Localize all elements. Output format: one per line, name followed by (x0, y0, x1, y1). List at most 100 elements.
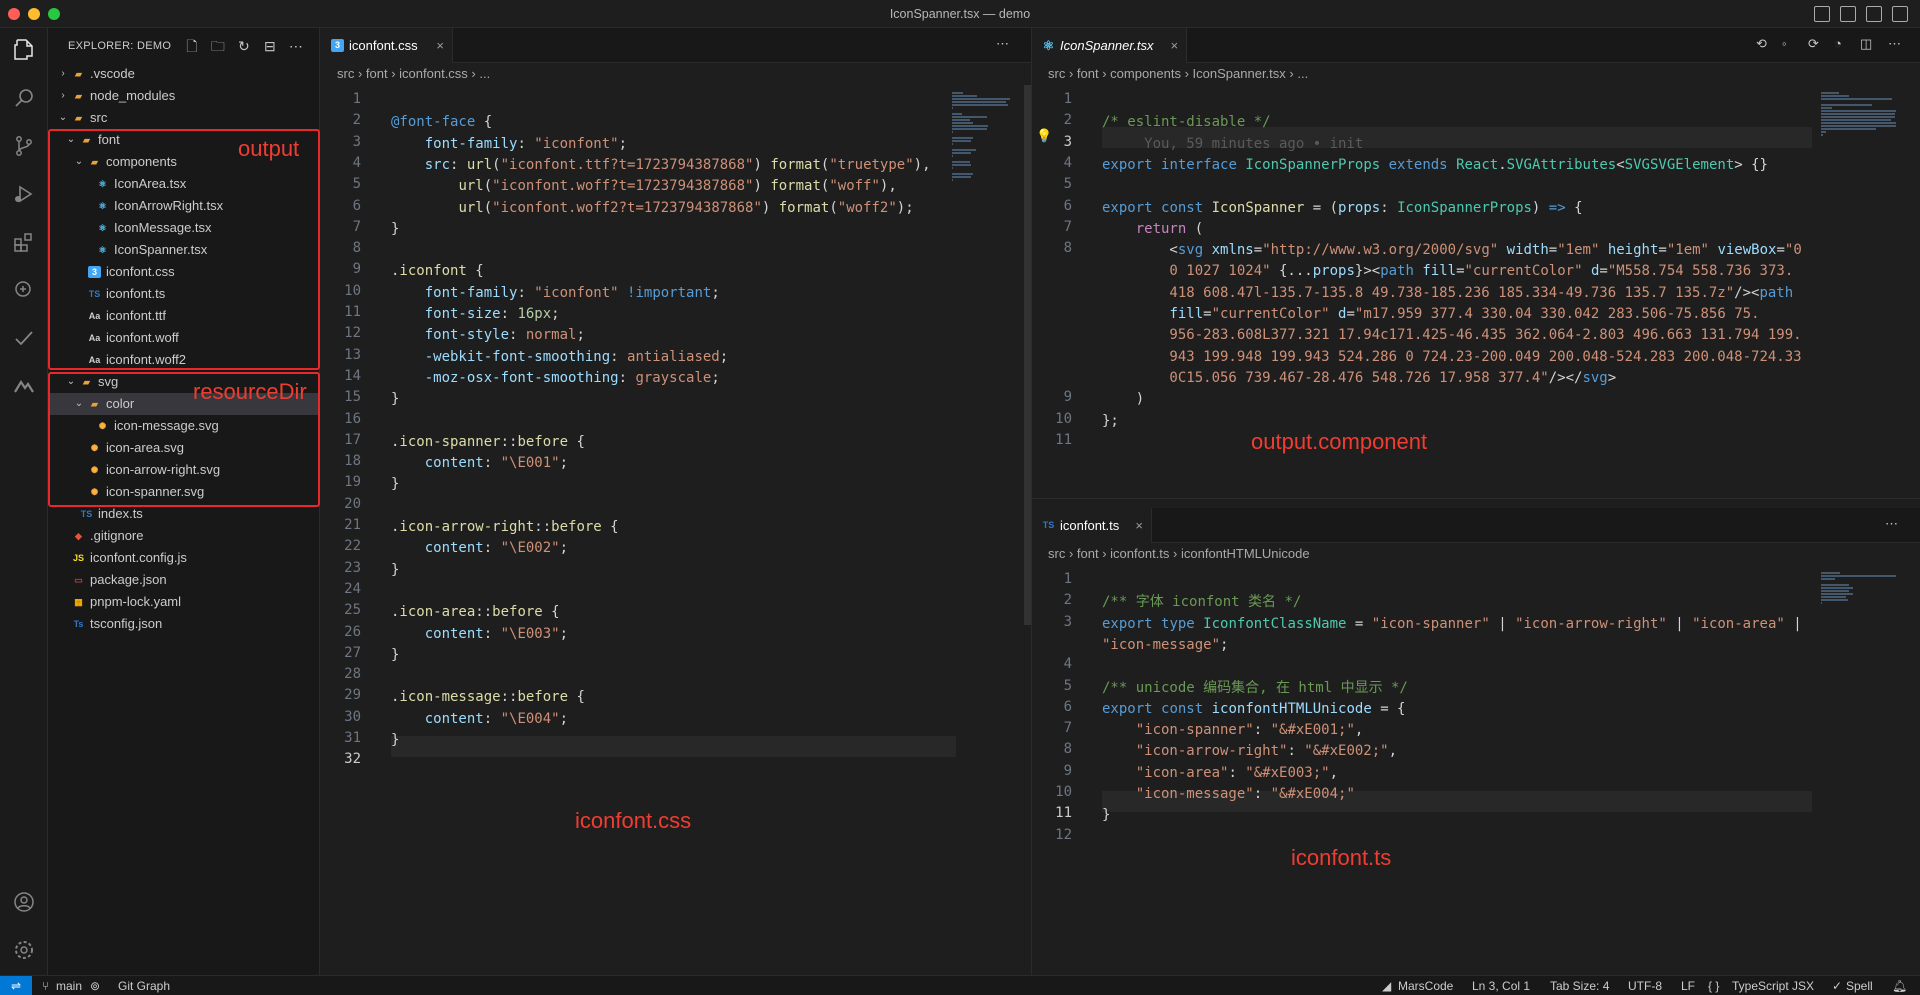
breadcrumb-item[interactable]: IconSpanner.tsx (1193, 66, 1286, 81)
code-line[interactable]: font-size: 16px; (391, 304, 560, 325)
code-area[interactable]: 1 2 @font-face {3 font-family: "iconfont";… (321, 85, 951, 785)
code-line[interactable]: } (391, 474, 399, 495)
tab-iconfont-css[interactable]: 3 iconfont.css × (321, 28, 453, 63)
cursor-position[interactable]: Ln 3, Col 1 (1472, 976, 1530, 995)
breadcrumb-item[interactable]: iconfont.ts (1110, 546, 1169, 561)
marscode-icon[interactable] (10, 372, 38, 400)
go-back-icon[interactable]: ⟲ (1756, 36, 1767, 52)
breadcrumb-item[interactable]: font (1077, 66, 1099, 81)
code-area[interactable]: 1 2 /* eslint-disable */ 3 You, 59 minutes … (1032, 85, 1832, 485)
explorer-icon[interactable] (10, 36, 38, 64)
tree-item[interactable]: ▦ pnpm-lock.yaml (48, 591, 320, 613)
code-line[interactable]: url("iconfont.woff?t=1723794387868") for… (391, 176, 896, 197)
code-line[interactable]: "icon-area": "&#xE003;", (1102, 763, 1338, 784)
remote-explorer-icon[interactable] (10, 276, 38, 304)
code-line[interactable]: export const iconfontHTMLUnicode = { (1102, 699, 1405, 720)
tab-iconfont-ts[interactable]: TS iconfont.ts × (1032, 508, 1152, 543)
notifications-bell-icon[interactable]: 🔔︎ (1892, 976, 1907, 995)
breadcrumb-item[interactable]: ... (479, 66, 490, 81)
branch-icon[interactable]: ⑂ (42, 976, 49, 995)
breadcrumb-item[interactable]: font (366, 66, 388, 81)
git-graph-button[interactable]: Git Graph (118, 976, 170, 995)
split-editor-icon[interactable]: ◫ (1860, 36, 1872, 52)
code-line[interactable]: font-family: "iconfont" !important; (391, 283, 720, 304)
account-icon[interactable] (10, 888, 38, 916)
editor-more-actions-icon[interactable]: ⋯ (996, 36, 1009, 52)
editor-more-actions-icon[interactable]: ⋯ (1888, 36, 1901, 52)
code-line[interactable]: /** 字体 iconfont 类名 */ (1102, 592, 1301, 613)
chevron-down-icon[interactable]: ⌄ (56, 107, 70, 129)
tree-item[interactable]: ◆ .gitignore (48, 525, 320, 547)
breadcrumb[interactable]: src › font › iconfont.ts › iconfontHTMLU… (1048, 543, 1310, 565)
editor-more-actions-icon[interactable]: ⋯ (1885, 516, 1898, 532)
code-line[interactable]: You, 59 minutes ago • init (1102, 134, 1363, 155)
marscode-status[interactable]: MarsCode (1398, 976, 1453, 995)
code-line[interactable]: 956-283.608L377.321 17.94c171.425-46.435… (1102, 325, 1801, 346)
code-line[interactable]: .icon-arrow-right::before { (391, 517, 619, 538)
tab-size[interactable]: Tab Size: 4 (1550, 976, 1609, 995)
code-line[interactable]: 0 1027 1024" {...props}><path fill="curr… (1102, 261, 1793, 282)
breadcrumb-item[interactable]: font (1077, 546, 1099, 561)
encoding[interactable]: UTF-8 (1628, 976, 1662, 995)
code-line[interactable]: "icon-message"; (1102, 635, 1228, 656)
new-file-icon[interactable]: 🗋 (184, 38, 200, 54)
breadcrumb-item[interactable]: components (1110, 66, 1181, 81)
code-line[interactable]: } (391, 219, 399, 240)
code-line[interactable]: export const IconSpanner = (props: IconS… (1102, 198, 1583, 219)
code-line[interactable]: <svg xmlns="http://www.w3.org/2000/svg" … (1102, 240, 1801, 261)
minimap[interactable] (1815, 565, 1920, 625)
breadcrumb-item[interactable]: iconfont.css (399, 66, 468, 81)
run-debug-icon[interactable] (10, 180, 38, 208)
spell-check[interactable]: Spell (1846, 976, 1873, 995)
settings-gear-icon[interactable] (10, 936, 38, 964)
go-forward-icon[interactable]: ⟳ (1808, 36, 1819, 52)
code-line[interactable]: .icon-message::before { (391, 687, 585, 708)
breadcrumb-item[interactable]: ... (1297, 66, 1308, 81)
code-line[interactable]: } (391, 560, 399, 581)
editor-group-divider-horizontal[interactable] (1032, 498, 1920, 499)
testing-icon[interactable] (10, 324, 38, 352)
tree-item[interactable]: JS iconfont.config.js (48, 547, 320, 569)
chevron-right-icon[interactable]: › (56, 63, 70, 85)
code-line[interactable]: "icon-arrow-right": "&#xE002;", (1102, 741, 1397, 762)
close-tab-icon[interactable]: × (1135, 508, 1143, 543)
code-line[interactable]: content: "\E002"; (391, 538, 568, 559)
new-folder-icon[interactable]: 🗀 (210, 38, 226, 54)
timeline-icon[interactable]: ◦ (1782, 36, 1787, 51)
minimap[interactable] (1815, 85, 1920, 165)
breadcrumb[interactable]: src › font › components › IconSpanner.ts… (1048, 63, 1308, 85)
code-line[interactable]: } (391, 645, 399, 666)
tree-item[interactable]: ⌄ ▰ src (48, 107, 320, 129)
more-actions-icon[interactable]: ⋯ (288, 38, 304, 54)
collapse-all-icon[interactable]: ⊟ (262, 38, 278, 54)
end-of-line[interactable]: LF (1681, 976, 1695, 995)
editor-iconfont-ts[interactable]: TS iconfont.ts × ⋯ src › font › iconfont… (1032, 508, 1920, 975)
code-line[interactable]: content: "\E003"; (391, 624, 568, 645)
tree-item[interactable]: Ts tsconfig.json (48, 613, 320, 635)
code-line[interactable]: -moz-osx-font-smoothing: grayscale; (391, 368, 720, 389)
code-line[interactable]: @font-face { (391, 112, 492, 133)
code-line[interactable]: font-family: "iconfont"; (391, 134, 627, 155)
marscode-status-icon[interactable]: ◢ (1382, 976, 1391, 995)
code-line[interactable]: font-style: normal; (391, 325, 585, 346)
tree-item[interactable]: › ▰ .vscode (48, 63, 320, 85)
breadcrumb-item[interactable]: src (1048, 546, 1065, 561)
remote-indicator-icon[interactable]: ⇌ (0, 976, 32, 995)
code-line[interactable]: url("iconfont.woff2?t=1723794387868") fo… (391, 198, 913, 219)
code-line[interactable]: content: "\E004"; (391, 709, 568, 730)
breadcrumb-item[interactable]: iconfontHTMLUnicode (1181, 546, 1310, 561)
code-line[interactable]: "icon-message": "&#xE004;" (1102, 784, 1355, 805)
minimap[interactable] (946, 85, 1031, 205)
code-line[interactable]: .icon-area::before { (391, 602, 560, 623)
code-line[interactable]: 0C15.056 739.467-28.476 548.726 17.958 3… (1102, 368, 1616, 389)
code-line[interactable]: fill="currentColor" d="m17.959 377.4 330… (1102, 304, 1759, 325)
code-line[interactable]: ) (1102, 389, 1144, 410)
editor-iconspanner-tsx[interactable]: ⚛ IconSpanner.tsx × ⟲ ◦ ⟳ ◔ ◫ ⋯ src › fo… (1032, 28, 1920, 498)
extensions-icon[interactable] (10, 228, 38, 256)
code-area[interactable]: 1 2/** 字体 iconfont 类名 */3 export type Icon… (1032, 565, 1832, 965)
close-tab-icon[interactable]: × (1170, 28, 1178, 63)
code-line[interactable]: } (391, 389, 399, 410)
code-line[interactable]: -webkit-font-smoothing: antialiased; (391, 347, 728, 368)
toggle-panel-icon[interactable] (1840, 6, 1856, 22)
branch-name[interactable]: main (56, 976, 82, 995)
